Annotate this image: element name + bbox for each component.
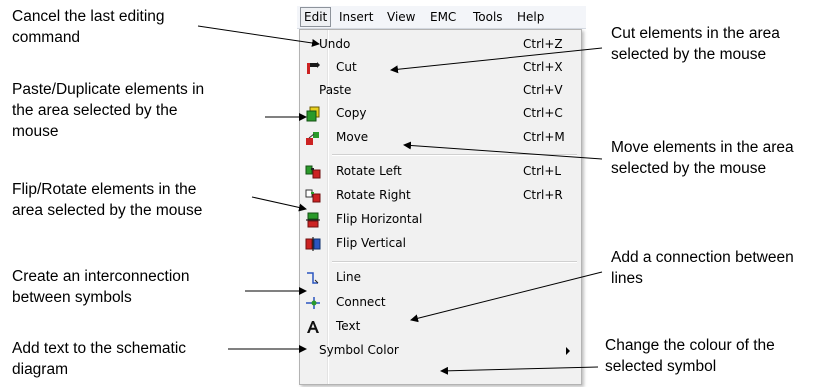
arrow-undo <box>197 25 320 47</box>
annotation-arrows <box>197 25 603 375</box>
arrow-flip <box>251 196 307 212</box>
arrow-color <box>440 366 599 375</box>
arrow-connect <box>410 271 603 323</box>
arrow-cut <box>390 47 603 74</box>
arrow-move <box>403 141 603 160</box>
